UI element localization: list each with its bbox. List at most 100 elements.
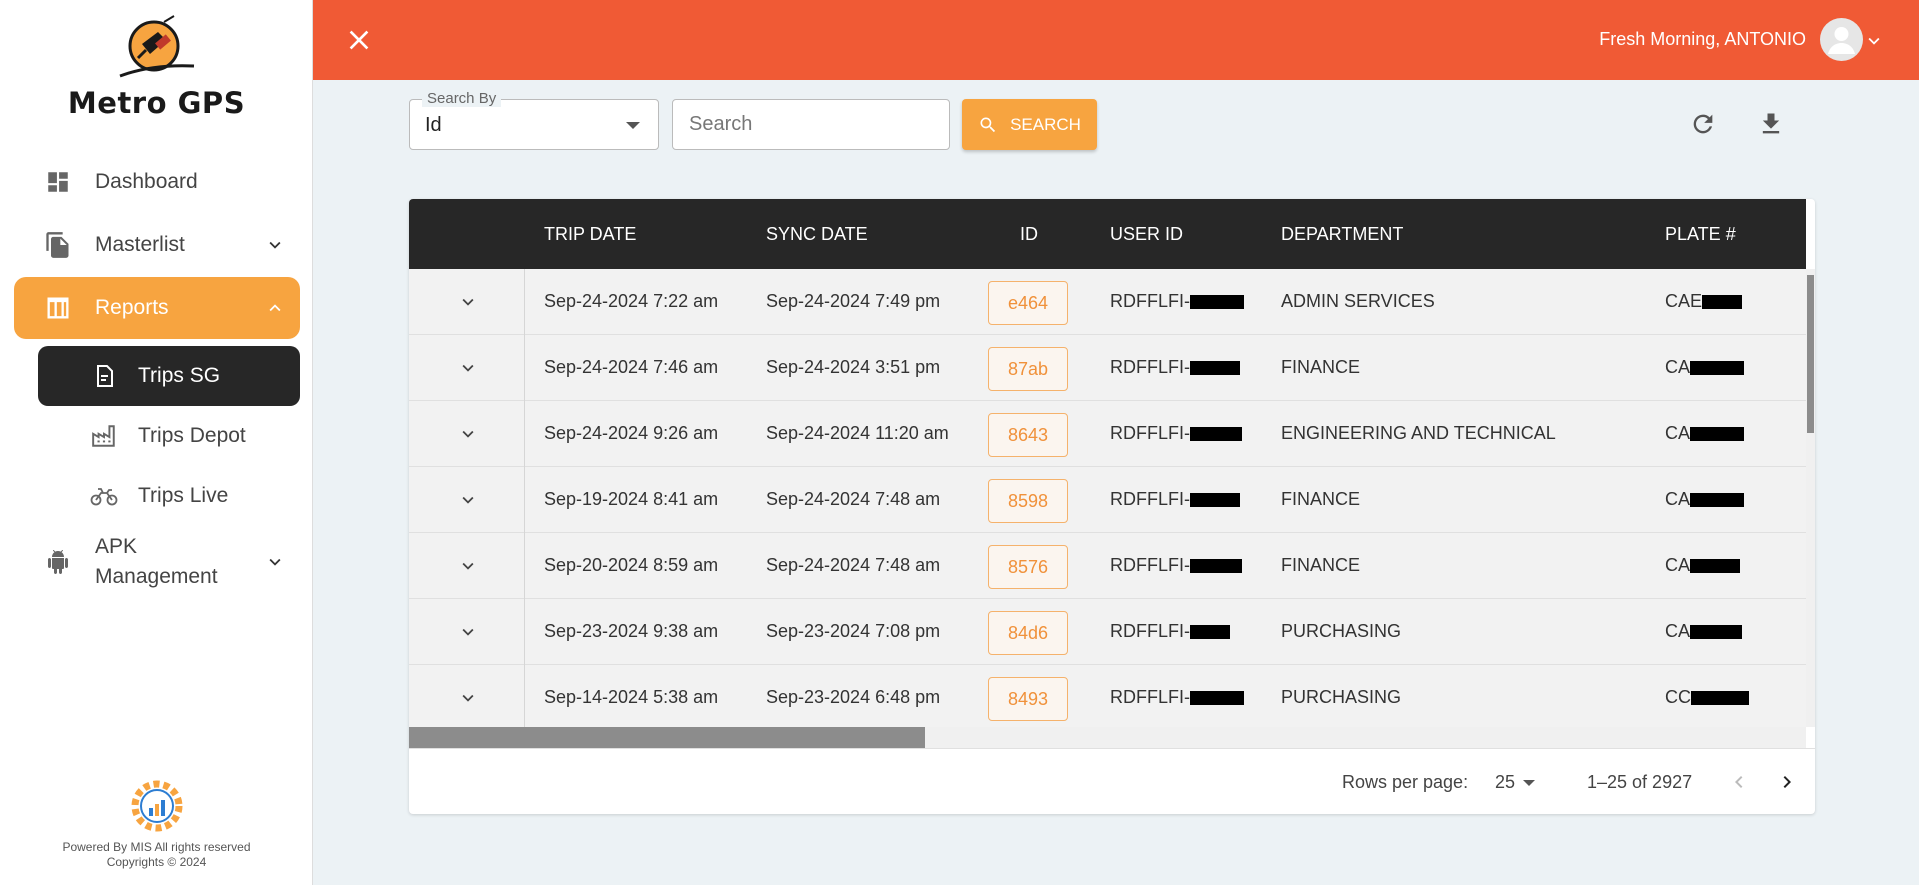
sidebar-item-trips-depot[interactable]: Trips Depot: [38, 406, 300, 466]
id-chip[interactable]: 84d6: [988, 611, 1068, 655]
expand-row-chevron-icon[interactable]: [457, 357, 479, 379]
search-button[interactable]: SEARCH: [962, 99, 1097, 150]
department-cell: ADMIN SERVICES: [1281, 291, 1435, 311]
expand-row-chevron-icon[interactable]: [457, 687, 479, 709]
id-chip[interactable]: e464: [988, 281, 1068, 325]
dropdown-caret-icon: [626, 122, 640, 129]
redaction-bar: [1190, 559, 1242, 574]
department-cell: PURCHASING: [1281, 687, 1402, 707]
search-button-label: SEARCH: [1010, 114, 1081, 134]
refresh-icon[interactable]: [1689, 110, 1717, 138]
trip-date-cell: Sep-23-2024 9:38 am: [544, 621, 719, 641]
rows-per-page-select[interactable]: 25: [1495, 772, 1515, 793]
expand-row-chevron-icon[interactable]: [457, 621, 479, 643]
column-header-sync-date[interactable]: SYNC DATE: [766, 224, 868, 245]
search-input[interactable]: [672, 99, 950, 150]
sync-date-cell: Sep-24-2024 7:48 am: [766, 489, 941, 509]
top-header: Fresh Morning, ANTONIO: [313, 0, 1919, 80]
plate-text: CAE: [1665, 291, 1703, 311]
brand-logo[interactable]: Metro GPS: [0, 14, 313, 120]
table-header: TRIP DATE SYNC DATE ID USER ID DEPARTMEN…: [409, 199, 1806, 269]
column-header-department[interactable]: DEPARTMENT: [1281, 224, 1403, 245]
plate-text: CA: [1665, 621, 1691, 641]
download-icon[interactable]: [1757, 110, 1785, 138]
dropdown-caret-icon[interactable]: [1523, 780, 1535, 786]
sidebar-item-trips-sg[interactable]: Trips SG: [38, 346, 300, 406]
table-row: Sep-24-2024 7:46 am Sep-24-2024 3:51 pm …: [409, 335, 1806, 401]
satellite-logo-icon: [112, 14, 202, 84]
chevron-right-icon[interactable]: [1775, 770, 1799, 794]
redaction-bar: [1190, 361, 1240, 376]
trip-date-cell: Sep-14-2024 5:38 am: [544, 687, 719, 707]
column-header-trip-date[interactable]: TRIP DATE: [544, 224, 636, 245]
plate-text: CC: [1665, 687, 1691, 707]
footer-copyright: Copyrights © 2024: [106, 855, 207, 869]
android-icon: [44, 548, 72, 576]
column-divider: [524, 269, 525, 335]
column-header-plate[interactable]: PLATE #: [1665, 224, 1736, 245]
table-row: Sep-23-2024 9:38 am Sep-23-2024 7:08 pm …: [409, 599, 1806, 665]
column-header-id[interactable]: ID: [1020, 224, 1038, 245]
sidebar-item-label: Masterlist: [95, 233, 185, 256]
plate-cell: CAE: [1665, 291, 1743, 312]
id-chip[interactable]: 8643: [988, 413, 1068, 457]
user-id-cell: RDFFLFI-: [1110, 423, 1242, 444]
user-id-cell: RDFFLFI-: [1110, 489, 1240, 510]
redaction-bar: [1690, 427, 1745, 442]
column-divider: [524, 533, 525, 599]
trip-date-cell: Sep-24-2024 7:46 am: [544, 357, 719, 377]
sidebar-item-label: Trips SG: [138, 364, 221, 387]
sidebar-item-reports[interactable]: Reports: [14, 277, 300, 339]
user-greeting: Fresh Morning, ANTONIO: [1599, 29, 1806, 49]
search-by-label: Search By: [422, 90, 502, 107]
id-chip[interactable]: 87ab: [988, 347, 1068, 391]
department-cell: FINANCE: [1281, 555, 1361, 575]
redaction-bar: [1690, 361, 1745, 376]
vertical-scrollbar[interactable]: [1806, 269, 1815, 727]
trip-date-cell: Sep-24-2024 9:26 am: [544, 423, 719, 443]
plate-cell: CC: [1665, 687, 1749, 708]
trip-date-cell: Sep-24-2024 7:22 am: [544, 291, 719, 311]
table-icon: [44, 294, 72, 322]
user-avatar-icon[interactable]: [1820, 18, 1863, 61]
sync-date-cell: Sep-23-2024 7:08 pm: [766, 621, 941, 641]
vertical-scrollbar-thumb[interactable]: [1807, 275, 1814, 433]
table-row: Sep-19-2024 8:41 am Sep-24-2024 7:48 am …: [409, 467, 1806, 533]
sidebar-item-label: Reports: [95, 296, 169, 319]
column-divider: [524, 665, 525, 727]
sidebar-item-apk-management[interactable]: APK Management: [14, 531, 300, 593]
id-chip[interactable]: 8576: [988, 545, 1068, 589]
plate-cell: CA: [1665, 423, 1745, 444]
plate-cell: CA: [1665, 621, 1743, 642]
chevron-down-icon[interactable]: [1863, 30, 1885, 52]
expand-row-chevron-icon[interactable]: [457, 489, 479, 511]
rows-per-page-label: Rows per page:: [1342, 772, 1469, 792]
close-icon[interactable]: [343, 24, 375, 56]
expand-row-chevron-icon[interactable]: [457, 423, 479, 445]
sync-date-cell: Sep-24-2024 7:49 pm: [766, 291, 941, 311]
redaction-bar: [1691, 691, 1749, 706]
horizontal-scrollbar[interactable]: [409, 727, 1806, 748]
column-header-user-id[interactable]: USER ID: [1110, 224, 1183, 245]
plate-text: CA: [1665, 489, 1691, 509]
trip-date-cell: Sep-20-2024 8:59 am: [544, 555, 719, 575]
brand-name: Metro GPS: [67, 86, 246, 120]
search-by-select[interactable]: Search By Id: [409, 90, 659, 150]
sidebar-item-label: APK Management: [95, 535, 218, 588]
redaction-bar: [1690, 625, 1743, 640]
expand-row-chevron-icon[interactable]: [457, 555, 479, 577]
plate-text: CA: [1665, 555, 1691, 575]
horizontal-scrollbar-thumb[interactable]: [409, 727, 925, 748]
trip-date-cell: Sep-19-2024 8:41 am: [544, 489, 719, 509]
expand-row-chevron-icon[interactable]: [457, 291, 479, 313]
sidebar-item-masterlist[interactable]: Masterlist: [14, 214, 300, 276]
sidebar-item-label: Trips Depot: [138, 424, 246, 447]
user-id-text: RDFFLFI-: [1110, 423, 1190, 443]
redaction-bar: [1190, 625, 1230, 640]
chevron-left-icon[interactable]: [1727, 770, 1751, 794]
sidebar-item-dashboard[interactable]: Dashboard: [14, 151, 300, 213]
dashboard-icon: [44, 168, 72, 196]
id-chip[interactable]: 8598: [988, 479, 1068, 523]
sidebar-item-trips-live[interactable]: Trips Live: [38, 466, 300, 526]
id-chip[interactable]: 8493: [988, 677, 1068, 721]
